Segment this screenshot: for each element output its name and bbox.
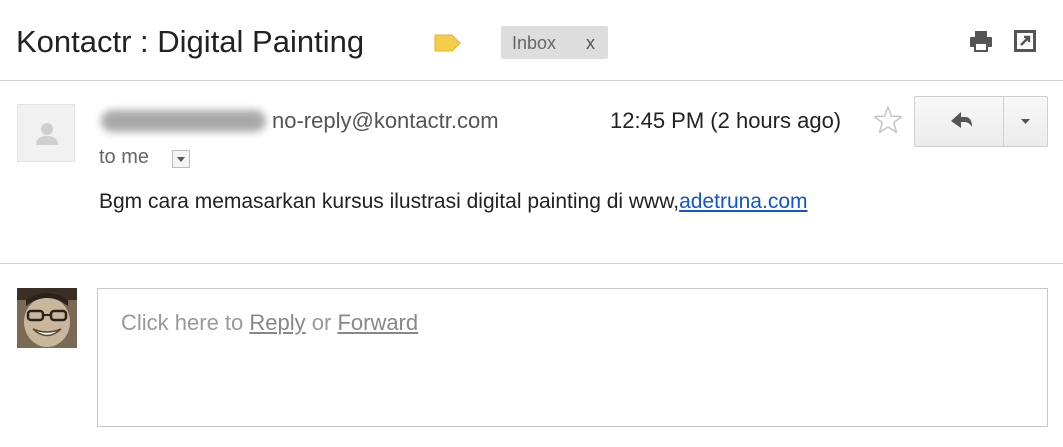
reply-button[interactable]	[914, 96, 1004, 147]
message-body: Bgm cara memasarkan kursus ilustrasi dig…	[99, 190, 808, 214]
email-subject: Kontactr : Digital Painting	[16, 24, 365, 59]
message-body-text: Bgm cara memasarkan kursus ilustrasi dig…	[99, 190, 680, 213]
forward-link[interactable]: Forward	[337, 310, 418, 335]
print-icon[interactable]	[968, 28, 994, 54]
star-icon[interactable]	[872, 104, 904, 136]
reply-link[interactable]: Reply	[249, 310, 305, 335]
recipient-details-dropdown[interactable]	[172, 150, 190, 168]
reply-prompt-or: or	[305, 310, 338, 335]
user-avatar[interactable]	[17, 288, 77, 348]
recipient-line: to me	[99, 146, 150, 168]
remove-label-button[interactable]: x	[586, 33, 595, 54]
message-divider	[0, 263, 1063, 264]
sender-email[interactable]: no-reply@kontactr.com	[272, 108, 499, 134]
label-tag-icon[interactable]	[433, 34, 461, 52]
more-actions-button[interactable]	[1003, 96, 1048, 147]
sender-avatar[interactable]	[17, 104, 75, 162]
sender-name-blurred[interactable]	[101, 110, 266, 132]
reply-prompt-prefix: Click here to	[121, 310, 250, 335]
new-window-icon[interactable]	[1012, 28, 1038, 54]
inbox-label-chip[interactable]: Inbox x	[501, 26, 608, 59]
default-person-icon	[36, 123, 58, 145]
caret-down-icon	[177, 157, 185, 162]
message-body-link[interactable]: adetruna.com	[679, 190, 807, 213]
reply-prompt: Click here to Reply or Forward	[121, 310, 418, 336]
subject-bar: Kontactr : Digital Painting Inbox x	[0, 0, 1063, 80]
inbox-label-text: Inbox	[512, 33, 557, 53]
reply-arrow-icon	[951, 112, 972, 128]
message-timestamp: 12:45 PM (2 hours ago)	[610, 108, 842, 133]
caret-down-icon	[1021, 119, 1030, 124]
header-divider	[0, 80, 1063, 81]
quick-reply-box[interactable]: Click here to Reply or Forward	[97, 288, 1048, 427]
